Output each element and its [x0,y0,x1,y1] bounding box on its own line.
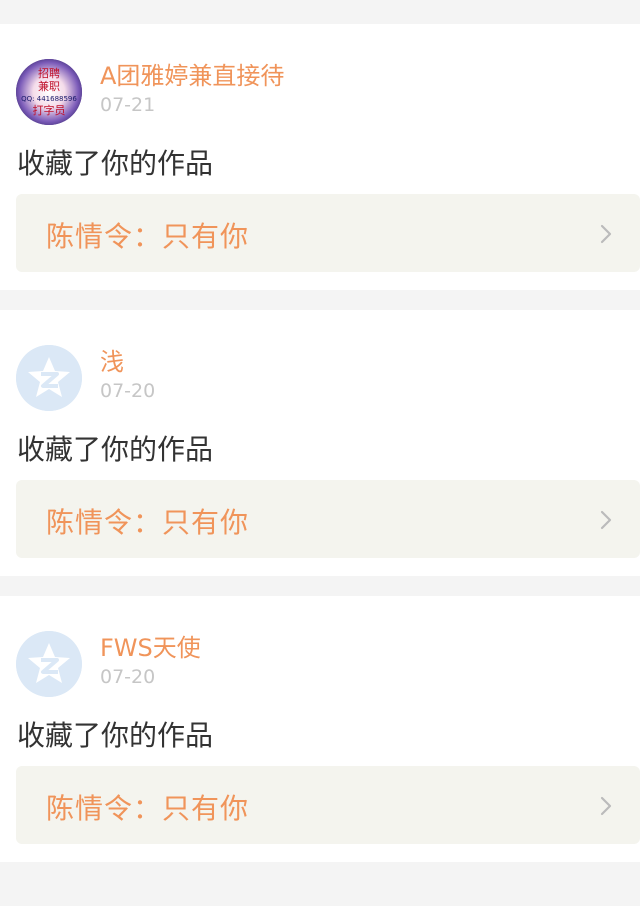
work-link[interactable]: 陈情令：只有你 [16,480,640,558]
avatar[interactable] [16,345,82,411]
username[interactable]: A团雅婷兼直接待 [100,56,284,91]
work-title: 陈情令：只有你 [46,220,250,253]
custom-avatar-image: 招聘 兼职 QQ: 441688596 打字员 [16,59,82,125]
work-link[interactable]: 陈情令：只有你 [16,194,640,272]
action-text: 收藏了你的作品 [17,147,214,180]
timestamp: 07-20 [100,380,156,402]
chevron-right-icon [600,224,612,244]
notification-card: 招聘 兼职 QQ: 441688596 打字员 A团雅婷兼直接待 07-21 收… [0,24,640,290]
work-title: 陈情令：只有你 [46,506,250,539]
avatar-line: 招聘 [38,66,60,80]
avatar[interactable]: 招聘 兼职 QQ: 441688596 打字员 [16,59,82,125]
avatar-line: 兼职 [38,80,60,93]
action-text: 收藏了你的作品 [17,719,214,752]
chevron-right-icon [600,510,612,530]
notification-card: FWS天使 07-20 收藏了你的作品 陈情令：只有你 [0,596,640,862]
work-link[interactable]: 陈情令：只有你 [16,766,640,844]
default-avatar-icon [16,345,82,411]
default-avatar-icon [16,631,82,697]
timestamp: 07-21 [100,94,156,116]
work-title: 陈情令：只有你 [46,792,250,825]
username[interactable]: 浅 [100,342,124,377]
notification-card: 浅 07-20 收藏了你的作品 陈情令：只有你 [0,310,640,576]
timestamp: 07-20 [100,666,156,688]
avatar[interactable] [16,631,82,697]
chevron-right-icon [600,796,612,816]
action-text: 收藏了你的作品 [17,433,214,466]
avatar-line: 打字员 [33,103,66,117]
username[interactable]: FWS天使 [100,628,201,663]
avatar-qq: QQ: 441688596 [21,95,77,103]
